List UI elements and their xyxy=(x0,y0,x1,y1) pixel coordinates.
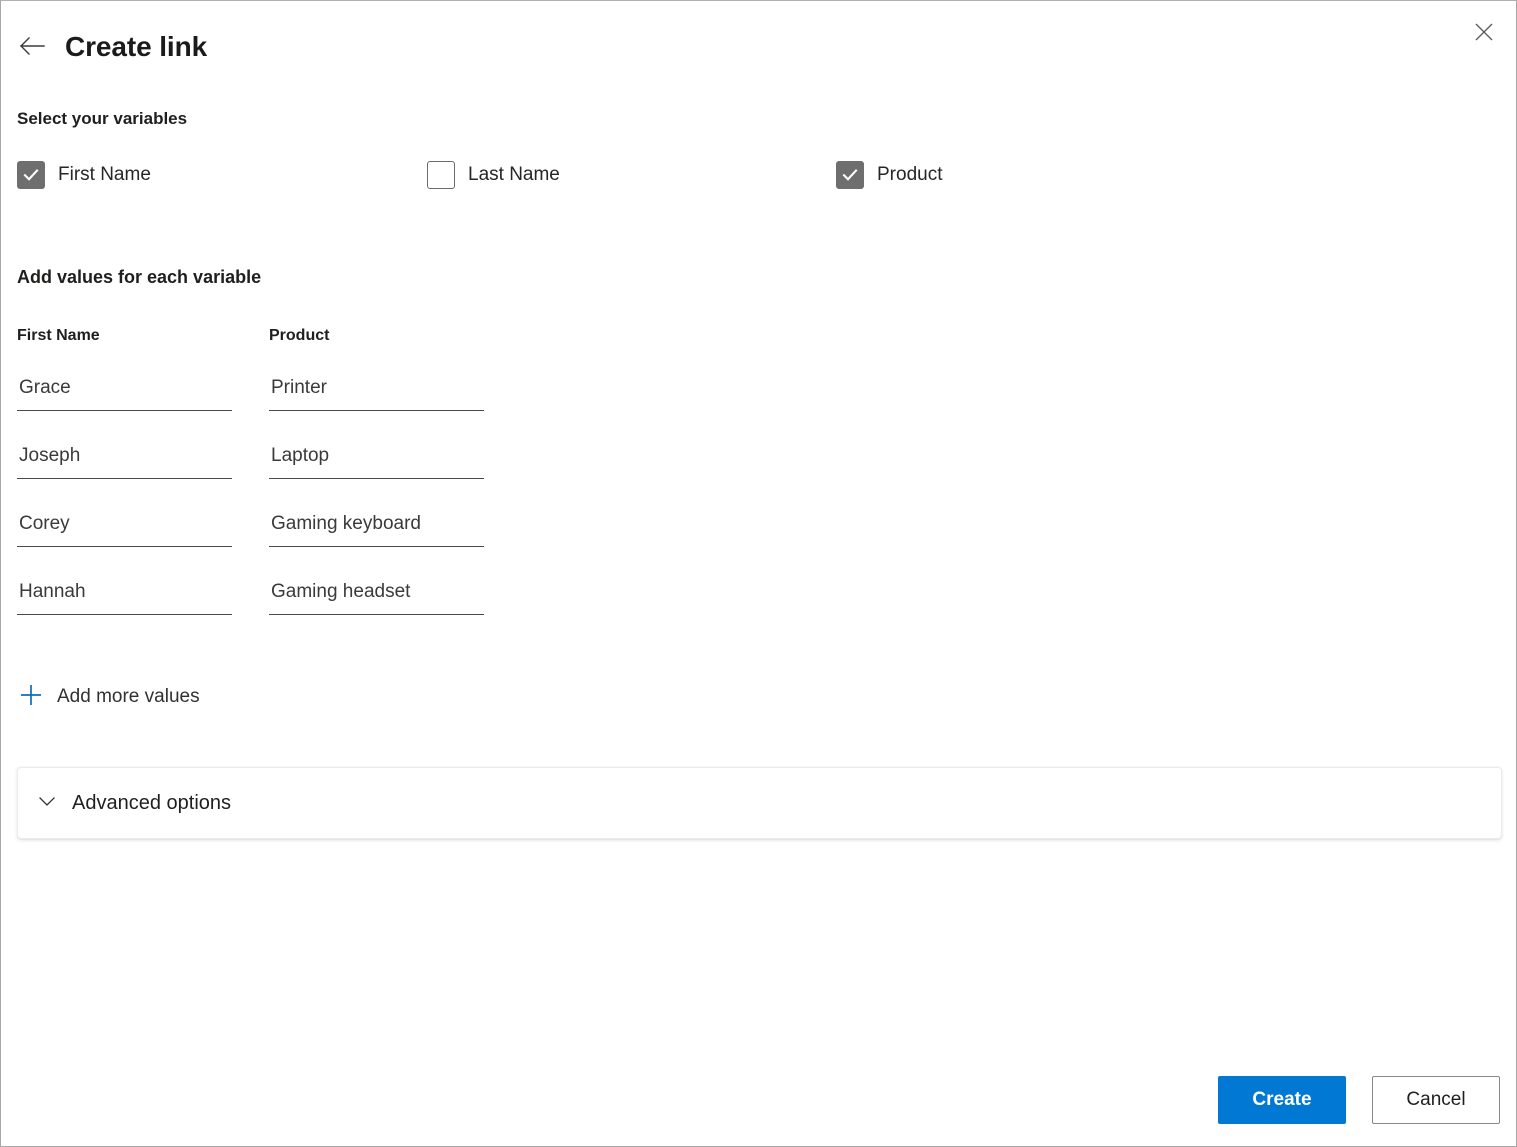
arrow-left-icon xyxy=(19,36,45,59)
field-product-3[interactable] xyxy=(269,507,484,553)
check-icon xyxy=(23,169,39,181)
checkbox-label-product: Product xyxy=(877,164,943,185)
add-values-heading: Add values for each variable xyxy=(17,267,262,287)
column-header-first-name: First Name xyxy=(17,327,100,344)
variables-checkbox-group: First Name Last Name Product xyxy=(17,161,1217,193)
checkbox-box-last-name[interactable] xyxy=(427,161,455,189)
input-first-name-3[interactable] xyxy=(17,507,232,547)
column-header-product: Product xyxy=(269,327,330,344)
check-icon xyxy=(842,169,858,181)
create-link-dialog: Create link Select your variables First … xyxy=(0,0,1517,1147)
back-button[interactable] xyxy=(17,32,47,62)
dialog-header: Create link xyxy=(17,25,207,69)
input-first-name-1[interactable] xyxy=(17,371,232,411)
add-more-values-label: Add more values xyxy=(57,685,200,707)
checkbox-last-name[interactable]: Last Name xyxy=(427,161,560,189)
field-first-name-2[interactable] xyxy=(17,439,232,485)
close-icon xyxy=(1474,22,1494,42)
page-title: Create link xyxy=(65,31,208,62)
advanced-options-header[interactable]: Advanced options xyxy=(18,790,231,817)
cancel-button[interactable]: Cancel xyxy=(1372,1076,1500,1124)
advanced-options-panel[interactable]: Advanced options xyxy=(17,767,1502,839)
plus-icon xyxy=(19,683,43,710)
field-product-1[interactable] xyxy=(269,371,484,417)
input-product-4[interactable] xyxy=(269,575,484,615)
field-first-name-3[interactable] xyxy=(17,507,232,553)
checkbox-product[interactable]: Product xyxy=(836,161,942,189)
field-product-4[interactable] xyxy=(269,575,484,621)
advanced-options-label: Advanced options xyxy=(72,791,232,814)
input-product-1[interactable] xyxy=(269,371,484,411)
input-product-3[interactable] xyxy=(269,507,484,547)
field-first-name-4[interactable] xyxy=(17,575,232,621)
checkbox-first-name[interactable]: First Name xyxy=(17,161,151,189)
add-more-values-button[interactable]: Add more values xyxy=(17,679,202,714)
field-first-name-1[interactable] xyxy=(17,371,232,417)
create-button[interactable]: Create xyxy=(1218,1076,1346,1124)
field-product-2[interactable] xyxy=(269,439,484,485)
input-first-name-2[interactable] xyxy=(17,439,232,479)
input-first-name-4[interactable] xyxy=(17,575,232,615)
dialog-footer: Create Cancel xyxy=(1218,1076,1500,1124)
input-product-2[interactable] xyxy=(269,439,484,479)
chevron-down-icon xyxy=(36,790,58,817)
value-column-product: Product xyxy=(269,327,484,621)
checkbox-box-first-name[interactable] xyxy=(17,161,45,189)
checkbox-box-product[interactable] xyxy=(836,161,864,189)
close-button[interactable] xyxy=(1462,11,1506,53)
select-variables-heading: Select your variables xyxy=(17,109,188,128)
checkbox-label-first-name: First Name xyxy=(58,164,151,185)
checkbox-label-last-name: Last Name xyxy=(468,164,560,185)
value-column-first-name: First Name xyxy=(17,327,232,621)
